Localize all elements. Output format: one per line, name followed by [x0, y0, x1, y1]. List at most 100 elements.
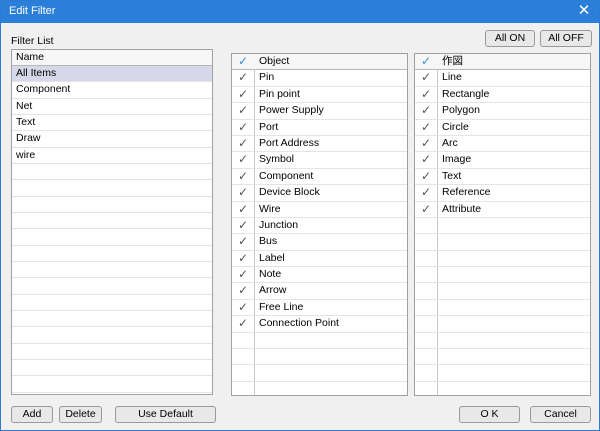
checkbox-checked-icon[interactable]: ✓ — [232, 120, 254, 135]
checklist-item[interactable]: ✓ Circle — [415, 120, 590, 136]
checklist-item[interactable]: ✓ Text — [415, 169, 590, 186]
ok-button[interactable]: O K — [459, 406, 520, 423]
checkbox-checked-icon[interactable]: ✓ — [232, 103, 254, 118]
all-off-button[interactable]: All OFF — [540, 30, 592, 47]
checkbox-checked-icon[interactable]: ✓ — [232, 251, 254, 266]
checklist-item[interactable]: ✓ Note — [232, 267, 407, 284]
empty-row — [415, 234, 590, 251]
checkbox-checked-icon[interactable]: ✓ — [415, 87, 437, 102]
checkbox-checked-icon[interactable]: ✓ — [232, 316, 254, 331]
empty-row — [415, 283, 590, 300]
checkbox-checked-icon[interactable]: ✓ — [232, 152, 254, 167]
object-checklist[interactable]: ✓ Object ✓ Pin ✓ Pin point ✓ Power Supply ✓ Port ✓… — [231, 53, 408, 396]
check-all-icon[interactable]: ✓ — [232, 54, 254, 69]
checkbox-checked-icon[interactable]: ✓ — [232, 300, 254, 315]
checkbox-checked-icon[interactable]: ✓ — [232, 185, 254, 200]
cancel-button[interactable]: Cancel — [530, 406, 591, 423]
checkbox-checked-icon[interactable]: ✓ — [415, 120, 437, 135]
filter-list-item[interactable]: Component — [12, 82, 212, 99]
checkbox-checked-icon[interactable]: ✓ — [232, 87, 254, 102]
checkbox-checked-icon[interactable]: ✓ — [415, 185, 437, 200]
empty-row — [12, 197, 212, 213]
delete-button[interactable]: Delete — [59, 406, 102, 423]
checklist-item-label: Pin — [259, 71, 275, 84]
checklist-item[interactable]: ✓ Pin point — [232, 87, 407, 104]
all-on-button[interactable]: All ON — [485, 30, 535, 47]
add-button[interactable]: Add — [11, 406, 53, 423]
checklist-item[interactable]: ✓ Symbol — [232, 152, 407, 169]
empty-row — [415, 300, 590, 317]
checklist-item-label: Connection Point — [259, 317, 339, 330]
checklist-item[interactable]: ✓ Label — [232, 251, 407, 268]
empty-row — [12, 213, 212, 230]
empty-row — [415, 365, 590, 382]
empty-row — [415, 349, 590, 366]
empty-row — [232, 333, 407, 350]
checkbox-checked-icon[interactable]: ✓ — [415, 136, 437, 151]
filter-list-item[interactable]: Net — [12, 99, 212, 115]
checklist-item[interactable]: ✓ Attribute — [415, 202, 590, 218]
checkbox-checked-icon[interactable]: ✓ — [232, 218, 254, 233]
checklist-item[interactable]: ✓ Polygon — [415, 103, 590, 120]
empty-row — [12, 295, 212, 311]
check-all-icon[interactable]: ✓ — [415, 54, 437, 69]
checklist-item[interactable]: ✓ Wire — [232, 202, 407, 218]
checklist-item-label: Wire — [259, 202, 281, 215]
column-header: Object — [259, 55, 290, 67]
filter-list-item[interactable]: wire — [12, 148, 212, 164]
filter-list-item[interactable]: Draw — [12, 131, 212, 148]
checklist-item[interactable]: ✓ Free Line — [232, 300, 407, 317]
checklist-item[interactable]: ✓ Bus — [232, 234, 407, 251]
checkbox-checked-icon[interactable]: ✓ — [415, 103, 437, 118]
checklist-item[interactable]: ✓ Arc — [415, 136, 590, 153]
filter-list-item[interactable]: Text — [12, 115, 212, 132]
checklist-item[interactable]: ✓ Arrow — [232, 283, 407, 300]
checklist-item[interactable]: ✓ Device Block — [232, 185, 407, 202]
checkbox-checked-icon[interactable]: ✓ — [232, 136, 254, 151]
edit-filter-dialog: Edit Filter ✕ All ON All OFF Filter List… — [0, 0, 600, 431]
empty-row — [232, 365, 407, 382]
checklist-header: ✓ 作図 — [415, 54, 590, 71]
use-default-button[interactable]: Use Default — [115, 406, 216, 423]
checklist-item-label: Arrow — [259, 284, 287, 297]
empty-row — [12, 246, 212, 262]
checklist-item-label: Power Supply — [259, 104, 324, 117]
filter-list-header: Name — [12, 50, 212, 66]
checkbox-checked-icon[interactable]: ✓ — [415, 169, 437, 184]
checklist-item-label: Symbol — [259, 153, 295, 166]
checklist-item-label: Device Block — [259, 186, 320, 199]
checklist-item[interactable]: ✓ Rectangle — [415, 87, 590, 104]
checklist-item[interactable]: ✓ Port Address — [232, 136, 407, 153]
checklist-item[interactable]: ✓ Junction — [232, 218, 407, 235]
filter-list[interactable]: Name All Items Component Net Text Draw wire — [11, 49, 213, 395]
checkbox-checked-icon[interactable]: ✓ — [232, 267, 254, 282]
empty-row — [12, 229, 212, 246]
checkbox-checked-icon[interactable]: ✓ — [232, 70, 254, 85]
filter-list-item[interactable]: All Items — [12, 66, 212, 83]
checklist-item[interactable]: ✓ Image — [415, 152, 590, 169]
checklist-item[interactable]: ✓ Reference — [415, 185, 590, 202]
drawing-checklist[interactable]: ✓ 作図 ✓ Line ✓ Rectangle ✓ Polygon ✓ Circle ✓ Arc ✓ Im… — [414, 53, 591, 396]
empty-row — [415, 316, 590, 333]
checkbox-checked-icon[interactable]: ✓ — [415, 70, 437, 85]
checklist-item[interactable]: ✓ Port — [232, 120, 407, 136]
checkbox-checked-icon[interactable]: ✓ — [232, 234, 254, 249]
checklist-item[interactable]: ✓ Power Supply — [232, 103, 407, 120]
checklist-item-label: Polygon — [442, 104, 480, 117]
checklist-item-label: Label — [259, 251, 285, 264]
checkbox-checked-icon[interactable]: ✓ — [232, 283, 254, 298]
checklist-item[interactable]: ✓ Pin — [232, 70, 407, 87]
filter-list-label: Filter List — [11, 35, 54, 47]
checklist-item[interactable]: ✓ Connection Point — [232, 316, 407, 333]
checkbox-checked-icon[interactable]: ✓ — [232, 169, 254, 184]
checkbox-checked-icon[interactable]: ✓ — [415, 152, 437, 167]
checklist-item[interactable]: ✓ Line — [415, 70, 590, 87]
close-icon[interactable]: ✕ — [575, 2, 593, 20]
checklist-item-label: Note — [259, 268, 282, 281]
checklist-item-label: Port Address — [259, 136, 320, 149]
checkbox-checked-icon[interactable]: ✓ — [415, 202, 437, 217]
checklist-item[interactable]: ✓ Component — [232, 169, 407, 186]
checkbox-checked-icon[interactable]: ✓ — [232, 202, 254, 217]
empty-row — [232, 382, 407, 395]
empty-row — [12, 180, 212, 197]
